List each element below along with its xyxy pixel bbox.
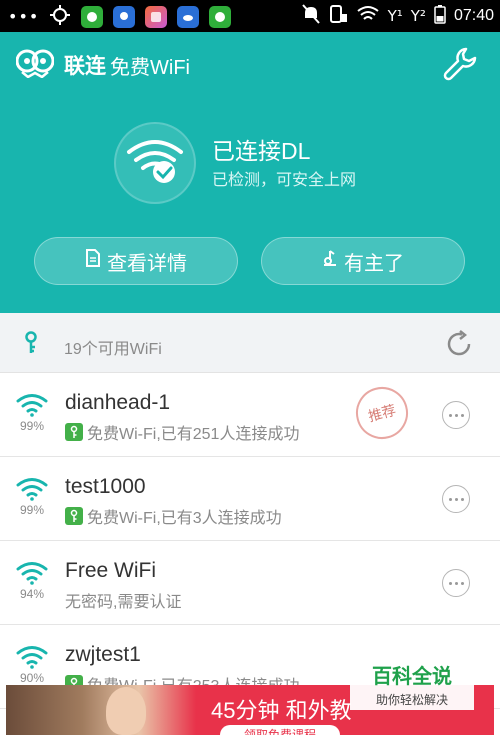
status-bar: ••• Y¹ Y² 07:40	[0, 0, 500, 32]
more-options-icon[interactable]	[442, 401, 470, 429]
battery-icon	[434, 4, 446, 28]
app-notification-icon	[81, 6, 104, 28]
network-ssid: Free WiFi	[65, 559, 156, 582]
more-options-icon[interactable]	[442, 485, 470, 513]
network-description-text: 免费Wi-Fi,已有3人连接成功	[87, 510, 282, 527]
network-row[interactable]: 99% test1000 免费Wi-Fi,已有3人连接成功	[0, 457, 500, 541]
network-row[interactable]: 99% dianhead-1 免费Wi-Fi,已有251人连接成功 推荐	[0, 373, 500, 457]
signal-2: Y²	[410, 7, 426, 25]
network-description-text: 免费Wi-Fi,已有251人连接成功	[87, 426, 300, 443]
ad-person	[106, 687, 146, 735]
free-key-icon	[65, 507, 83, 525]
brand-name: 联连	[64, 55, 106, 78]
available-wifi-count: 19个可用WiFi	[64, 341, 162, 358]
network-row[interactable]: 94% Free WiFi 无密码,需要认证	[0, 541, 500, 625]
network-description: 无密码,需要认证	[65, 588, 181, 612]
wifi-status-icon	[356, 5, 380, 27]
app-notification-icon-2	[209, 6, 232, 28]
app-header: 联连 免费WiFi 已连接DL 已检测，可安全上网 查看详情 有主了	[0, 32, 500, 313]
mute-icon	[301, 4, 320, 28]
settings-wrench-icon[interactable]	[442, 46, 478, 82]
wifi-check-icon	[126, 138, 184, 188]
network-ssid: test1000	[65, 475, 146, 498]
signal-strength: 99%	[19, 503, 45, 517]
network-description: 免费Wi-Fi,已有251人连接成功	[65, 420, 299, 444]
owner-label: 有主了	[344, 252, 404, 275]
status-bar-right: Y¹ Y² 07:40	[301, 4, 494, 28]
ad-photo	[6, 685, 196, 735]
network-ssid: dianhead-1	[65, 391, 171, 414]
ad-headline: 45分钟 和外教	[211, 698, 352, 723]
wifi-signal-icon	[14, 477, 50, 505]
gallery-notification-icon	[145, 6, 168, 28]
gps-icon	[49, 4, 71, 30]
cloud-notification-icon	[177, 6, 200, 28]
recommended-stamp: 推荐	[350, 381, 414, 445]
view-details-label: 查看详情	[107, 252, 187, 275]
watermark-subtitle: 助你轻松解决	[375, 693, 448, 707]
watermark: 百科全说 助你轻松解决	[350, 658, 474, 710]
network-description-text: 无密码,需要认证	[65, 594, 182, 611]
wifi-signal-icon	[14, 393, 50, 421]
connected-wifi-badge	[114, 122, 196, 204]
document-icon	[85, 249, 101, 273]
signal-strength: 99%	[19, 419, 45, 433]
status-bar-left: •••	[8, 4, 232, 30]
more-options-icon[interactable]	[442, 569, 470, 597]
signal-strength: 90%	[19, 671, 45, 685]
signal-strength: 94%	[19, 587, 45, 601]
key-icon	[22, 331, 40, 359]
view-details-button[interactable]: 查看详情	[34, 237, 238, 285]
ad-cta-button[interactable]: 领取免费课程	[220, 725, 340, 735]
logo-icon	[15, 48, 55, 82]
brand: 联连 免费WiFi	[15, 48, 190, 82]
watermark-title: 百科全说	[372, 666, 452, 688]
free-key-icon	[65, 423, 83, 441]
wifi-signal-icon	[14, 561, 50, 589]
available-wifi-bar: 19个可用WiFi	[0, 313, 500, 373]
connection-status-title: 已连接DL	[212, 138, 311, 164]
wifi-signal-icon	[14, 645, 50, 673]
owner-button[interactable]: 有主了	[261, 237, 465, 285]
connection-status-subtitle: 已检测，可安全上网	[212, 172, 357, 189]
clock: 07:40	[453, 7, 494, 24]
brand-subtitle: 免费WiFi	[110, 56, 190, 79]
network-description: 免费Wi-Fi,已有3人连接成功	[65, 504, 282, 528]
overflow-dots: •••	[8, 7, 40, 26]
weather-notification-icon	[113, 6, 136, 28]
signal-1: Y¹	[387, 7, 403, 25]
refresh-icon[interactable]	[444, 329, 474, 363]
phone-icon	[328, 4, 348, 28]
person-icon	[322, 249, 338, 273]
network-ssid: zwjtest1	[65, 643, 141, 666]
